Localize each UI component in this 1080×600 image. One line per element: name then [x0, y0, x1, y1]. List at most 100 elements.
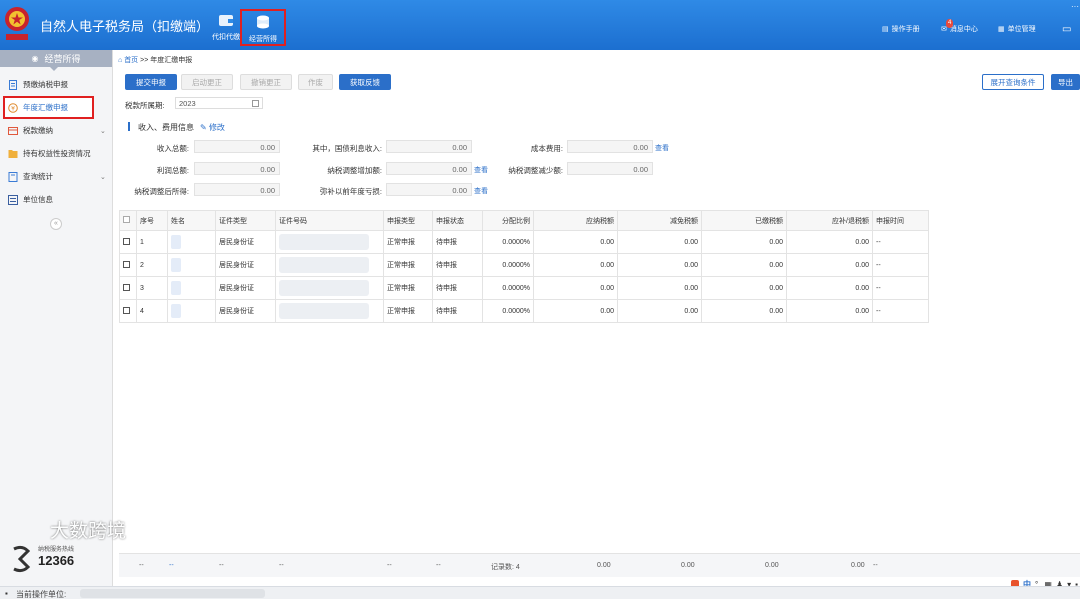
total-profit-field: 0.00 [194, 162, 280, 175]
edit-link[interactable]: ✎ 修改 [200, 123, 225, 132]
row-checkbox[interactable] [119, 253, 137, 277]
message-center-link[interactable]: ✉ 4 消息中心 [941, 19, 978, 34]
cell-name-redacted [167, 253, 216, 277]
adjust-increase-field: 0.00 [386, 162, 472, 175]
void-button[interactable]: 作废 [298, 74, 333, 90]
footer-dash: -- [279, 562, 284, 569]
col-header: 姓名 [167, 210, 216, 231]
sidebar-header-notch [50, 67, 58, 71]
cell-id-number-redacted [275, 253, 384, 277]
cell-ratio: 0.0000% [482, 253, 534, 277]
home-icon: ⌂ [118, 57, 123, 64]
prior-loss-label: 弥补以前年度亏损: [319, 187, 382, 196]
footer-dash: -- [387, 562, 392, 569]
cell-refund: 0.00 [786, 230, 873, 254]
row-checkbox[interactable] [119, 230, 137, 254]
chevron-down-icon: ⌄ [100, 127, 106, 135]
cell-no: 4 [136, 299, 168, 323]
row-checkbox[interactable] [119, 276, 137, 300]
manual-link[interactable]: ▤ 操作手册 [882, 24, 920, 34]
sidebar-collapse-button[interactable]: « [50, 218, 62, 230]
col-header: 应纳税额 [533, 210, 618, 231]
cell-name-redacted [167, 299, 216, 323]
submit-declaration-button[interactable]: 提交申报 [125, 74, 177, 90]
calendar-icon[interactable] [252, 100, 259, 107]
sidebar-item-annual-settlement[interactable]: ¥ 年度汇缴申报 [3, 96, 94, 119]
topnav-business-income[interactable]: 经营所得 [240, 9, 286, 46]
wallet-icon [219, 15, 233, 26]
cell-id-number-redacted [275, 276, 384, 300]
footer-refund: 0.00 [851, 562, 865, 569]
cell-tax-payable: 0.00 [533, 253, 618, 277]
cell-time: -- [872, 253, 929, 277]
breadcrumb-home[interactable]: 首页 [124, 57, 138, 64]
building-icon: ▦ [998, 26, 1005, 33]
total-profit-label: 利润总额: [156, 166, 189, 175]
adjust-decrease-label: 纳税调整减少额: [508, 166, 563, 175]
adjust-decrease-field: 0.00 [567, 162, 653, 175]
hotline-number: 12366 [38, 553, 75, 568]
cell-decl-type: 正常申报 [383, 253, 433, 277]
adjust-increase-view-link[interactable]: 查看 [474, 165, 488, 175]
cell-no: 2 [136, 253, 168, 277]
footer-tax-payable: 0.00 [597, 562, 611, 569]
col-header: 序号 [136, 210, 168, 231]
table-row[interactable]: 4 居民身份证 正常申报 待申报 0.0000% 0.00 0.00 0.00 … [119, 299, 929, 323]
sidebar-item-query-stats[interactable]: 查询统计 ⌄ [0, 165, 112, 188]
start-correction-button[interactable]: 启动更正 [181, 74, 233, 90]
cell-decl-type: 正常申报 [383, 276, 433, 300]
table-row[interactable]: 3 居民身份证 正常申报 待申报 0.0000% 0.00 0.00 0.00 … [119, 276, 929, 300]
tax-period-label: 税款所属期: [125, 101, 165, 110]
select-all-checkbox[interactable] [119, 210, 137, 231]
export-button[interactable]: 导出 [1051, 74, 1080, 90]
sidebar-item-label: 税款缴纳 [23, 126, 53, 135]
col-header: 证件类型 [215, 210, 276, 231]
expand-query-button[interactable]: 展开查询条件 [982, 74, 1044, 90]
table-row[interactable]: 1 居民身份证 正常申报 待申报 0.0000% 0.00 0.00 0.00 … [119, 230, 929, 254]
prior-loss-field: 0.00 [386, 183, 472, 196]
cost-view-link[interactable]: 查看 [655, 143, 669, 153]
adjust-increase-label: 纳税调整增加额: [327, 166, 382, 175]
manual-icon: ▤ [882, 26, 889, 33]
cell-status: 待申报 [432, 299, 483, 323]
table-header-row: 序号 姓名 证件类型 证件号码 申报类型 申报状态 分配比例 应纳税额 减免税额… [119, 210, 929, 231]
sidebar-item-equity-investment[interactable]: 持有权益性投资情况 [0, 142, 112, 165]
coins-icon [257, 15, 269, 29]
mail-icon: ✉ 4 [941, 19, 954, 33]
topnav-business-income-label: 经营所得 [249, 36, 277, 43]
unit-manage-link[interactable]: ▦ 单位管理 [998, 24, 1036, 34]
table-footer-summary: -- -- -- -- -- -- 记录数: 4 0.00 0.00 0.00 … [119, 553, 1080, 577]
prior-loss-view-link[interactable]: 查看 [474, 186, 488, 196]
sidebar-item-tax-payment[interactable]: 税款缴纳 ⌄ [0, 119, 112, 142]
sidebar-item-label: 预缴纳税申报 [23, 80, 68, 89]
folder-icon [8, 149, 18, 158]
row-checkbox[interactable] [119, 299, 137, 323]
col-header: 已缴税额 [701, 210, 787, 231]
treasury-interest-label: 其中，国债利息收入: [312, 144, 382, 153]
footer-dash: -- [169, 562, 174, 569]
cell-refund: 0.00 [786, 276, 873, 300]
cell-tax-paid: 0.00 [701, 230, 787, 254]
footer-tax-paid: 0.00 [765, 562, 779, 569]
table-row[interactable]: 2 居民身份证 正常申报 待申报 0.0000% 0.00 0.00 0.00 … [119, 253, 929, 277]
main-content: ⌂ 首页 >> 年度汇缴申报 提交申报 启动更正 撤销更正 作废 获取反馈 展开… [113, 50, 1080, 586]
cost-field: 0.00 [567, 140, 653, 153]
sidebar-item-prepay-declaration[interactable]: 预缴纳税申报 [0, 73, 112, 96]
status-bar: ▪ 当前操作单位: [0, 586, 1080, 599]
cell-tax-payable: 0.00 [533, 299, 618, 323]
tax-period-input[interactable]: 2023 [175, 97, 263, 109]
footer-dash: -- [873, 562, 878, 569]
get-feedback-button[interactable]: 获取反馈 [339, 74, 391, 90]
total-income-field: 0.00 [194, 140, 280, 153]
col-header: 应补/退税额 [786, 210, 873, 231]
cell-ratio: 0.0000% [482, 276, 534, 300]
monitor-icon[interactable]: ▭ [1062, 24, 1071, 35]
window-menu-icon[interactable]: ··· [1071, 2, 1079, 11]
cell-ratio: 0.0000% [482, 230, 534, 254]
sidebar-item-unit-info[interactable]: 单位信息 [0, 188, 112, 211]
cell-ratio: 0.0000% [482, 299, 534, 323]
message-count-badge: 4 [946, 19, 954, 28]
top-bar: 自然人电子税务局（扣缴端） 代扣代缴 经营所得 ▤ 操作手册 ✉ 4 消息中心 ▦… [0, 0, 1080, 50]
cell-time: -- [872, 299, 929, 323]
cancel-correction-button[interactable]: 撤销更正 [240, 74, 292, 90]
